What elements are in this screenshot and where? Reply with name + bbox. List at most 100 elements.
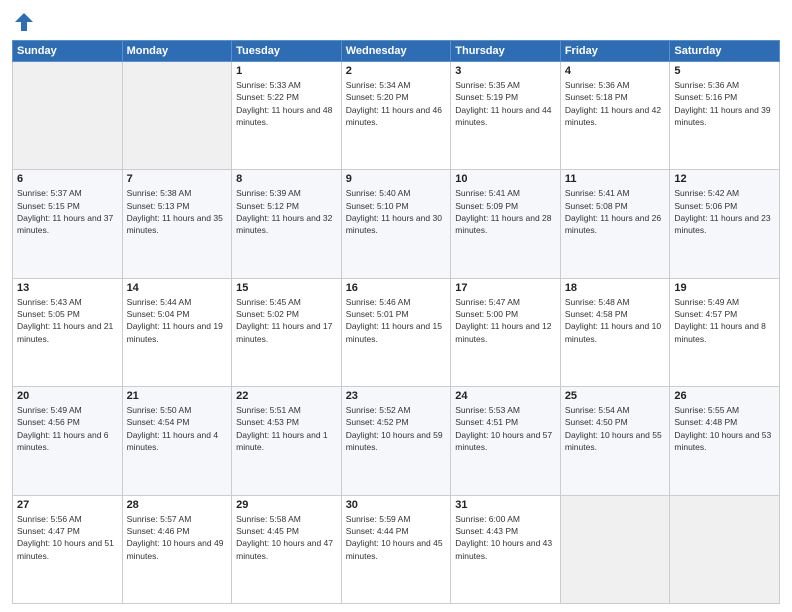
day-header-thursday: Thursday bbox=[451, 41, 561, 62]
day-info: Sunrise: 5:43 AM Sunset: 5:05 PM Dayligh… bbox=[17, 296, 118, 345]
day-info: Sunrise: 5:54 AM Sunset: 4:50 PM Dayligh… bbox=[565, 404, 666, 453]
logo-icon bbox=[12, 10, 36, 34]
calendar-cell: 19 Sunrise: 5:49 AM Sunset: 4:57 PM Dayli… bbox=[670, 278, 780, 386]
calendar-cell: 26Sunrise: 5:55 AM Sunset: 4:48 PM Dayli… bbox=[670, 387, 780, 495]
day-number: 17 bbox=[455, 282, 556, 294]
day-number: 19 bbox=[674, 282, 775, 294]
day-header-monday: Monday bbox=[122, 41, 232, 62]
day-number: 9 bbox=[346, 173, 447, 185]
day-number: 31 bbox=[455, 499, 556, 511]
day-number: 8 bbox=[236, 173, 337, 185]
day-number: 28 bbox=[127, 499, 228, 511]
week-row-5: 27 Sunrise: 5:56 AM Sunset: 4:47 PM Dayli… bbox=[13, 495, 780, 603]
calendar-cell: 17 Sunrise: 5:47 AM Sunset: 5:00 PM Dayli… bbox=[451, 278, 561, 386]
day-info: Sunrise: 5:36 AM Sunset: 5:18 PM Dayligh… bbox=[565, 79, 666, 128]
day-number: 23 bbox=[346, 390, 447, 402]
calendar-cell: 31 Sunrise: 6:00 AM Sunset: 4:43 PM Dayli… bbox=[451, 495, 561, 603]
day-number: 1 bbox=[236, 65, 337, 77]
header bbox=[12, 10, 780, 34]
calendar-cell: 15 Sunrise: 5:45 AM Sunset: 5:02 PM Dayli… bbox=[232, 278, 342, 386]
day-number: 6 bbox=[17, 173, 118, 185]
calendar-cell: 21 Sunrise: 5:50 AM Sunset: 4:54 PM Dayli… bbox=[122, 387, 232, 495]
day-header-wednesday: Wednesday bbox=[341, 41, 451, 62]
day-header-tuesday: Tuesday bbox=[232, 41, 342, 62]
calendar-cell bbox=[560, 495, 670, 603]
calendar-cell: 1 Sunrise: 5:33 AM Sunset: 5:22 PM Daylig… bbox=[232, 62, 342, 170]
week-row-2: 6 Sunrise: 5:37 AM Sunset: 5:15 PM Daylig… bbox=[13, 170, 780, 278]
day-number: 11 bbox=[565, 173, 666, 185]
day-number: 14 bbox=[127, 282, 228, 294]
day-info: Sunrise: 5:41 AM Sunset: 5:08 PM Dayligh… bbox=[565, 187, 666, 236]
day-info: Sunrise: 5:51 AM Sunset: 4:53 PM Dayligh… bbox=[236, 404, 337, 453]
calendar-cell: 5Sunrise: 5:36 AM Sunset: 5:16 PM Daylig… bbox=[670, 62, 780, 170]
day-info: Sunrise: 5:57 AM Sunset: 4:46 PM Dayligh… bbox=[127, 513, 228, 562]
day-header-sunday: Sunday bbox=[13, 41, 123, 62]
day-number: 21 bbox=[127, 390, 228, 402]
calendar-cell bbox=[670, 495, 780, 603]
page: SundayMondayTuesdayWednesdayThursdayFrid… bbox=[0, 0, 792, 612]
day-number: 7 bbox=[127, 173, 228, 185]
day-number: 20 bbox=[17, 390, 118, 402]
day-info: Sunrise: 5:56 AM Sunset: 4:47 PM Dayligh… bbox=[17, 513, 118, 562]
day-number: 18 bbox=[565, 282, 666, 294]
day-number: 22 bbox=[236, 390, 337, 402]
calendar-cell: 6 Sunrise: 5:37 AM Sunset: 5:15 PM Daylig… bbox=[13, 170, 123, 278]
day-info: Sunrise: 5:49 AM Sunset: 4:56 PM Dayligh… bbox=[17, 404, 118, 453]
day-info: Sunrise: 5:52 AM Sunset: 4:52 PM Dayligh… bbox=[346, 404, 447, 453]
calendar-cell: 9 Sunrise: 5:40 AM Sunset: 5:10 PM Daylig… bbox=[341, 170, 451, 278]
day-info: Sunrise: 5:53 AM Sunset: 4:51 PM Dayligh… bbox=[455, 404, 556, 453]
calendar-cell: 16 Sunrise: 5:46 AM Sunset: 5:01 PM Dayli… bbox=[341, 278, 451, 386]
day-number: 26 bbox=[674, 390, 775, 402]
logo bbox=[12, 10, 38, 34]
day-number: 29 bbox=[236, 499, 337, 511]
day-info: Sunrise: 5:49 AM Sunset: 4:57 PM Dayligh… bbox=[674, 296, 775, 345]
calendar-cell: 4 Sunrise: 5:36 AM Sunset: 5:18 PM Daylig… bbox=[560, 62, 670, 170]
day-info: Sunrise: 5:34 AM Sunset: 5:20 PM Dayligh… bbox=[346, 79, 447, 128]
day-info: Sunrise: 5:35 AM Sunset: 5:19 PM Dayligh… bbox=[455, 79, 556, 128]
calendar-header: SundayMondayTuesdayWednesdayThursdayFrid… bbox=[13, 41, 780, 62]
day-info: Sunrise: 5:59 AM Sunset: 4:44 PM Dayligh… bbox=[346, 513, 447, 562]
calendar-cell bbox=[122, 62, 232, 170]
day-number: 15 bbox=[236, 282, 337, 294]
day-info: Sunrise: 5:41 AM Sunset: 5:09 PM Dayligh… bbox=[455, 187, 556, 236]
calendar-cell: 25 Sunrise: 5:54 AM Sunset: 4:50 PM Dayli… bbox=[560, 387, 670, 495]
day-header-friday: Friday bbox=[560, 41, 670, 62]
calendar-cell: 29 Sunrise: 5:58 AM Sunset: 4:45 PM Dayli… bbox=[232, 495, 342, 603]
calendar-cell: 28 Sunrise: 5:57 AM Sunset: 4:46 PM Dayli… bbox=[122, 495, 232, 603]
day-number: 3 bbox=[455, 65, 556, 77]
day-number: 2 bbox=[346, 65, 447, 77]
calendar-cell: 22 Sunrise: 5:51 AM Sunset: 4:53 PM Dayli… bbox=[232, 387, 342, 495]
calendar-cell: 12Sunrise: 5:42 AM Sunset: 5:06 PM Dayli… bbox=[670, 170, 780, 278]
calendar-cell: 24 Sunrise: 5:53 AM Sunset: 4:51 PM Dayli… bbox=[451, 387, 561, 495]
calendar-cell: 7 Sunrise: 5:38 AM Sunset: 5:13 PM Daylig… bbox=[122, 170, 232, 278]
calendar-cell: 30Sunrise: 5:59 AM Sunset: 4:44 PM Dayli… bbox=[341, 495, 451, 603]
day-info: Sunrise: 5:50 AM Sunset: 4:54 PM Dayligh… bbox=[127, 404, 228, 453]
day-info: Sunrise: 5:47 AM Sunset: 5:00 PM Dayligh… bbox=[455, 296, 556, 345]
day-info: Sunrise: 6:00 AM Sunset: 4:43 PM Dayligh… bbox=[455, 513, 556, 562]
calendar-cell: 23 Sunrise: 5:52 AM Sunset: 4:52 PM Dayli… bbox=[341, 387, 451, 495]
day-info: Sunrise: 5:39 AM Sunset: 5:12 PM Dayligh… bbox=[236, 187, 337, 236]
day-info: Sunrise: 5:37 AM Sunset: 5:15 PM Dayligh… bbox=[17, 187, 118, 236]
day-header-saturday: Saturday bbox=[670, 41, 780, 62]
day-number: 27 bbox=[17, 499, 118, 511]
calendar-cell: 13Sunrise: 5:43 AM Sunset: 5:05 PM Dayli… bbox=[13, 278, 123, 386]
calendar-cell: 11 Sunrise: 5:41 AM Sunset: 5:08 PM Dayli… bbox=[560, 170, 670, 278]
week-row-3: 13Sunrise: 5:43 AM Sunset: 5:05 PM Dayli… bbox=[13, 278, 780, 386]
day-info: Sunrise: 5:40 AM Sunset: 5:10 PM Dayligh… bbox=[346, 187, 447, 236]
day-number: 5 bbox=[674, 65, 775, 77]
day-number: 4 bbox=[565, 65, 666, 77]
day-number: 24 bbox=[455, 390, 556, 402]
day-info: Sunrise: 5:58 AM Sunset: 4:45 PM Dayligh… bbox=[236, 513, 337, 562]
day-number: 16 bbox=[346, 282, 447, 294]
day-info: Sunrise: 5:45 AM Sunset: 5:02 PM Dayligh… bbox=[236, 296, 337, 345]
day-info: Sunrise: 5:38 AM Sunset: 5:13 PM Dayligh… bbox=[127, 187, 228, 236]
day-number: 10 bbox=[455, 173, 556, 185]
day-info: Sunrise: 5:33 AM Sunset: 5:22 PM Dayligh… bbox=[236, 79, 337, 128]
day-info: Sunrise: 5:46 AM Sunset: 5:01 PM Dayligh… bbox=[346, 296, 447, 345]
calendar-cell bbox=[13, 62, 123, 170]
day-number: 25 bbox=[565, 390, 666, 402]
day-info: Sunrise: 5:48 AM Sunset: 4:58 PM Dayligh… bbox=[565, 296, 666, 345]
calendar-body: 1 Sunrise: 5:33 AM Sunset: 5:22 PM Daylig… bbox=[13, 62, 780, 604]
day-info: Sunrise: 5:42 AM Sunset: 5:06 PM Dayligh… bbox=[674, 187, 775, 236]
calendar-cell: 3 Sunrise: 5:35 AM Sunset: 5:19 PM Daylig… bbox=[451, 62, 561, 170]
